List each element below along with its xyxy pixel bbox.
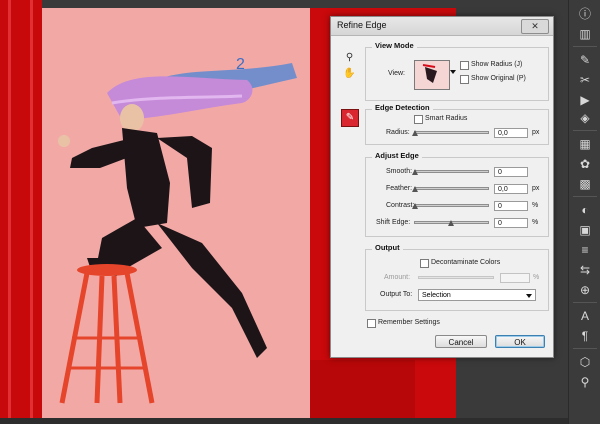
zoom-icon[interactable]: ⚲ [343, 51, 356, 64]
shift-edge-field[interactable]: 0 [494, 218, 528, 228]
decontaminate-label: Decontaminate Colors [431, 259, 501, 266]
adjust-edge-group: Adjust Edge Smooth: 0 Feather: 0,0 px Co… [365, 151, 549, 237]
radius-slider[interactable] [414, 131, 489, 134]
view-dropdown-icon[interactable] [450, 70, 456, 74]
grid-icon[interactable]: ▦ [575, 136, 595, 152]
adjust-edge-title: Adjust Edge [372, 151, 422, 160]
smooth-field[interactable]: 0 [494, 167, 528, 177]
palette-icon[interactable]: ✿ [575, 156, 595, 172]
smooth-label: Smooth: [386, 168, 413, 175]
sliders-icon[interactable]: ⇆ [575, 262, 595, 278]
timeline-icon[interactable]: ⚲ [575, 374, 595, 390]
close-button[interactable]: ✕ [521, 19, 549, 34]
amount-label: Amount: [384, 274, 411, 281]
info-icon[interactable]: ⓘ [575, 6, 595, 22]
remember-settings-checkbox[interactable] [367, 319, 376, 328]
edge-detection-title: Edge Detection [372, 103, 433, 112]
character-icon[interactable]: A [575, 308, 595, 324]
brush-icon[interactable]: ✎ [575, 52, 595, 68]
swatches-icon[interactable]: ▩ [575, 176, 595, 192]
amount-field [500, 273, 530, 283]
refine-radius-brush-icon[interactable]: ✎ [341, 109, 359, 127]
red-overlay-left [0, 0, 42, 418]
feather-slider-knob[interactable] [412, 186, 418, 192]
smart-radius-label: Smart Radius [425, 115, 468, 122]
layers-icon[interactable]: ◈ [575, 110, 595, 126]
play-icon[interactable]: ▶ [575, 92, 595, 108]
feather-unit: px [532, 185, 540, 192]
contrast-field[interactable]: 0 [494, 201, 528, 211]
histogram-icon[interactable]: ▥ [575, 26, 595, 42]
decontaminate-checkbox[interactable] [420, 259, 429, 268]
adjustments-icon[interactable]: ◐ [575, 202, 595, 218]
show-original-checkbox[interactable] [460, 75, 469, 84]
cancel-button[interactable]: Cancel [435, 335, 487, 348]
show-original-label: Show Original (P) [471, 75, 526, 82]
view-preview-icon [415, 61, 449, 89]
radius-unit: px [532, 129, 540, 136]
amount-slider [418, 276, 494, 279]
output-to-value: Selection [422, 292, 451, 299]
woman-on-stool-photo [58, 63, 297, 404]
channels-icon[interactable]: ≡ [575, 242, 595, 258]
paragraph-icon[interactable]: ¶ [575, 328, 595, 344]
dialog-title: Refine Edge [337, 20, 387, 30]
remember-settings-label: Remember Settings [378, 319, 440, 326]
contrast-unit: % [532, 202, 539, 209]
red-overlay-bottom [310, 360, 415, 418]
view-mode-group: View Mode View: Show Radius (J) Show Ori… [365, 41, 549, 101]
hand-icon[interactable]: ✋ [343, 67, 356, 80]
feather-field[interactable]: 0,0 [494, 184, 528, 194]
show-radius-checkbox[interactable] [460, 61, 469, 70]
contrast-slider[interactable] [414, 204, 489, 207]
view-thumbnail[interactable] [414, 60, 450, 90]
smart-radius-checkbox[interactable] [414, 115, 423, 124]
dialog-titlebar[interactable]: Refine Edge ✕ [331, 17, 553, 36]
contrast-label: Contrast: [386, 202, 415, 209]
clone-icon[interactable]: ⊕ [575, 282, 595, 298]
annotation-two: 2 [236, 56, 245, 73]
radius-slider-knob[interactable] [412, 130, 418, 136]
radius-label: Radius: [386, 129, 410, 136]
output-group: Output Decontaminate Colors Amount: % Ou… [365, 243, 549, 311]
tools-icon[interactable]: ✂ [575, 72, 595, 88]
chevron-down-icon [526, 294, 532, 298]
status-strip [0, 418, 568, 424]
output-to-select[interactable]: Selection [418, 289, 536, 301]
edge-detection-group: Edge Detection Smart Radius Radius: 0,0 … [365, 103, 549, 145]
3d-icon[interactable]: ⬡ [575, 354, 595, 370]
feather-slider[interactable] [414, 187, 489, 190]
shift-edge-label: Shift Edge: [376, 219, 411, 226]
smooth-slider-knob[interactable] [412, 169, 418, 175]
view-label: View: [388, 70, 405, 77]
view-mode-title: View Mode [372, 41, 417, 50]
shift-edge-slider-knob[interactable] [448, 220, 454, 226]
shift-edge-unit: % [532, 219, 539, 226]
ok-button[interactable]: OK [495, 335, 545, 348]
output-title: Output [372, 243, 403, 252]
mask-icon[interactable]: ▣ [575, 222, 595, 238]
refine-edge-dialog: Refine Edge ✕ ⚲ ✋ ✎ View Mode View: Show… [330, 16, 554, 358]
output-to-label: Output To: [380, 291, 413, 298]
smooth-slider[interactable] [414, 170, 489, 173]
feather-label: Feather: [386, 185, 413, 192]
contrast-slider-knob[interactable] [412, 203, 418, 209]
show-radius-label: Show Radius (J) [471, 61, 523, 68]
amount-unit: % [533, 274, 540, 281]
photo-background [42, 8, 310, 418]
right-panel-toolbar: ⓘ ▥ ✎ ✂ ▶ ◈ ▦ ✿ ▩ ◐ ▣ ≡ ⇆ ⊕ A ¶ ⬡ ⚲ [568, 0, 600, 424]
radius-field[interactable]: 0,0 [494, 128, 528, 138]
